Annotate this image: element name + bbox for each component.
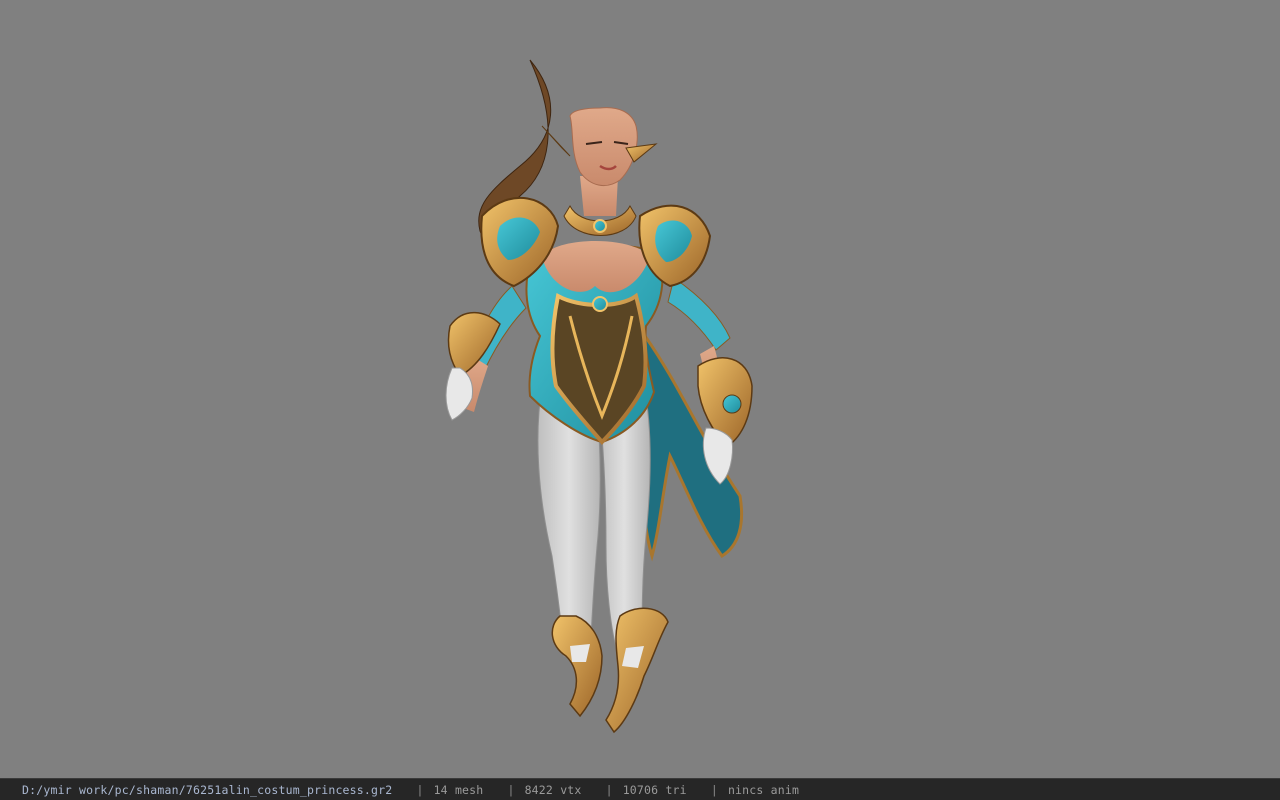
mesh-count: 14	[433, 782, 448, 797]
status-separator: |	[605, 782, 613, 797]
triangle-count: 10706	[622, 782, 659, 797]
mesh-unit: mesh	[454, 782, 484, 797]
vertex-unit: vtx	[560, 782, 582, 797]
3d-viewport[interactable]	[0, 0, 1280, 778]
left-glove	[445, 367, 473, 421]
status-separator: |	[710, 782, 718, 797]
model-file-path: D:/ymir work/pc/shaman/76251alin_costum_…	[22, 782, 393, 797]
animation-status: nincs anim	[727, 782, 800, 797]
status-bar: D:/ymir work/pc/shaman/76251alin_costum_…	[0, 778, 1280, 800]
right-arm	[667, 277, 731, 351]
triangle-unit: tri	[665, 782, 687, 797]
status-separator: |	[507, 782, 515, 797]
vertex-count: 8422	[524, 782, 554, 797]
character-model-render	[445, 59, 753, 734]
status-separator: |	[416, 782, 424, 797]
head	[569, 107, 638, 187]
left-boot	[551, 615, 603, 718]
